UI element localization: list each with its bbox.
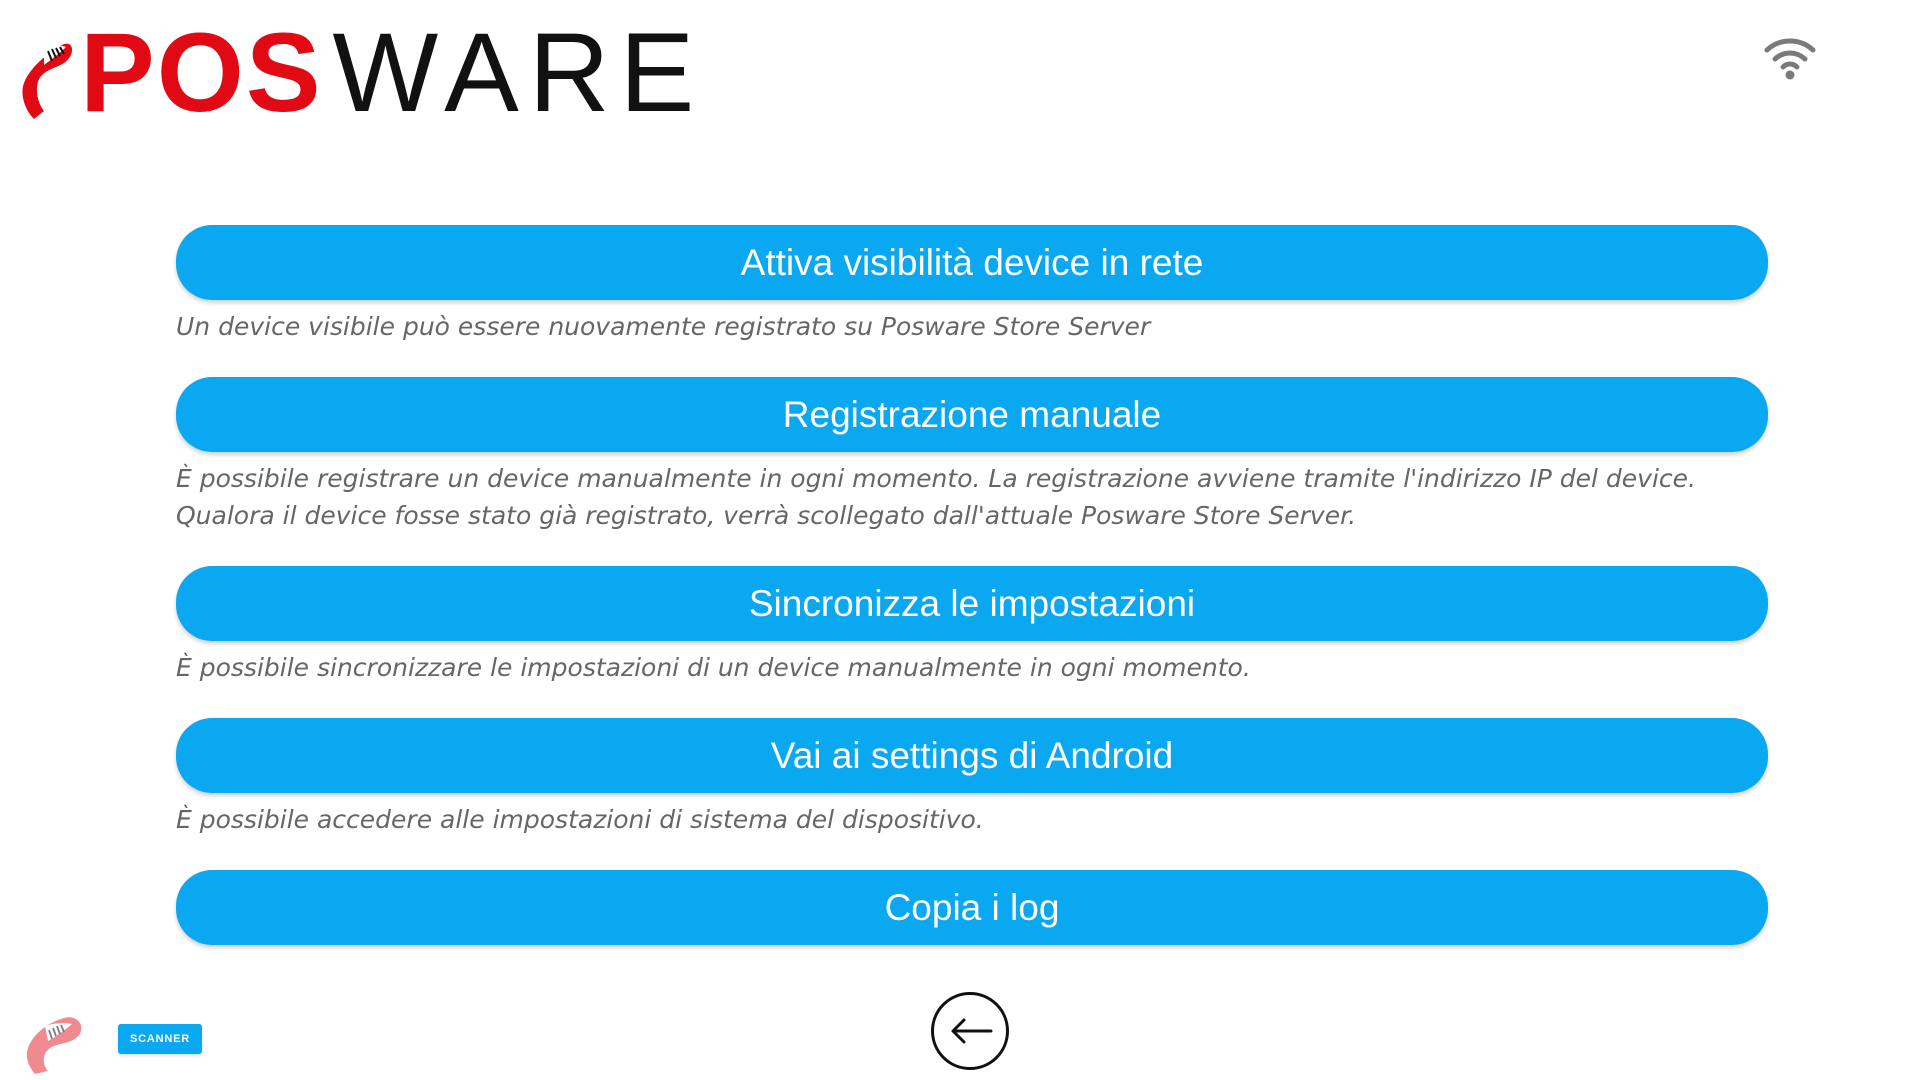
menu-gap: [176, 686, 1768, 718]
menu-item-android-settings: Vai ai settings di Android È possibile a…: [176, 718, 1768, 838]
scanner-logo-icon: [18, 998, 96, 1076]
logo-ware-text: WARE: [332, 10, 705, 135]
manual-registration-description: È possibile registrare un device manualm…: [176, 464, 1696, 530]
activate-network-visibility-button[interactable]: Attiva visibilità device in rete: [176, 225, 1768, 300]
settings-page: POS WARE Attiva visibilità device in ret…: [0, 0, 1920, 1080]
sync-settings-button[interactable]: Sincronizza le impostazioni: [176, 566, 1768, 641]
posware-logo-mark-icon: [18, 27, 76, 119]
back-button[interactable]: [931, 992, 1009, 1070]
menu-gap: [176, 838, 1768, 870]
logo-wordmark: POS WARE: [80, 17, 704, 129]
sync-settings-description: È possibile sincronizzare le impostazion…: [176, 653, 1251, 682]
android-settings-button[interactable]: Vai ai settings di Android: [176, 718, 1768, 793]
bottom-bar: SCANNER: [0, 980, 1920, 1080]
back-arrow-icon: [951, 1018, 993, 1044]
menu-item-manual-registration: Registrazione manuale È possibile regist…: [176, 377, 1768, 534]
menu-gap: [176, 534, 1768, 566]
logo-pos-text: POS: [80, 10, 323, 135]
menu-item-network-visibility: Attiva visibilità device in rete Un devi…: [176, 225, 1768, 345]
menu-item-sync-settings: Sincronizza le impostazioni È possibile …: [176, 566, 1768, 686]
scanner-badge[interactable]: SCANNER: [118, 1024, 202, 1054]
menu-item-copy-logs: Copia i log: [176, 870, 1768, 945]
wifi-icon: [1760, 32, 1820, 82]
manual-registration-button[interactable]: Registrazione manuale: [176, 377, 1768, 452]
copy-logs-button[interactable]: Copia i log: [176, 870, 1768, 945]
app-logo: POS WARE: [18, 17, 704, 129]
android-settings-description: È possibile accedere alle impostazioni d…: [176, 805, 984, 834]
settings-menu: Attiva visibilità device in rete Un devi…: [176, 225, 1768, 945]
network-visibility-description: Un device visibile può essere nuovamente…: [176, 312, 1151, 341]
menu-gap: [176, 345, 1768, 377]
